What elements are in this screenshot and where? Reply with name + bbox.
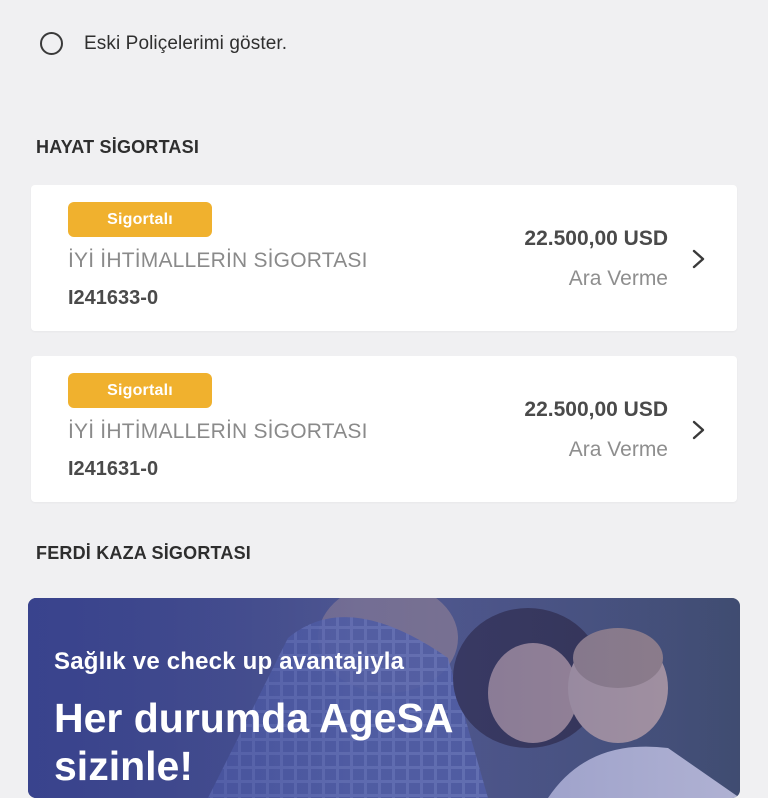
section-title-personal-accident: FERDİ KAZA SİGORTASI — [36, 543, 251, 563]
status-badge: Sigortalı — [68, 373, 212, 408]
policy-amount: 22.500,00 USD — [524, 398, 668, 421]
policy-card[interactable]: Sigortalı İYİ İHTİMALLERİN SİGORTASI I24… — [31, 185, 737, 331]
policy-status: Ara Verme — [568, 438, 668, 461]
show-old-policies-toggle[interactable]: Eski Poliçelerimi göster. — [40, 32, 287, 55]
banner-title: Her durumda AgeSA sizinle! — [54, 695, 452, 789]
policy-number: I241633-0 — [68, 287, 159, 309]
chevron-right-icon[interactable] — [689, 247, 709, 271]
policy-amount: 22.500,00 USD — [524, 227, 668, 250]
policy-status: Ara Verme — [568, 267, 668, 290]
section-title-life-insurance: HAYAT SİGORTASI — [36, 137, 200, 157]
chevron-right-icon[interactable] — [689, 418, 709, 442]
promo-banner[interactable]: Sağlık ve check up avantajıyla Her durum… — [28, 598, 740, 798]
policy-product-name: İYİ İHTİMALLERİN SİGORTASI — [68, 249, 368, 272]
radio-unchecked-icon[interactable] — [40, 32, 63, 55]
policy-number: I241631-0 — [68, 458, 159, 480]
policy-product-name: İYİ İHTİMALLERİN SİGORTASI — [68, 420, 368, 443]
status-badge: Sigortalı — [68, 202, 212, 237]
banner-subtitle: Sağlık ve check up avantajıyla — [54, 648, 405, 675]
show-old-policies-label: Eski Poliçelerimi göster. — [84, 32, 288, 54]
policy-card[interactable]: Sigortalı İYİ İHTİMALLERİN SİGORTASI I24… — [31, 356, 737, 502]
